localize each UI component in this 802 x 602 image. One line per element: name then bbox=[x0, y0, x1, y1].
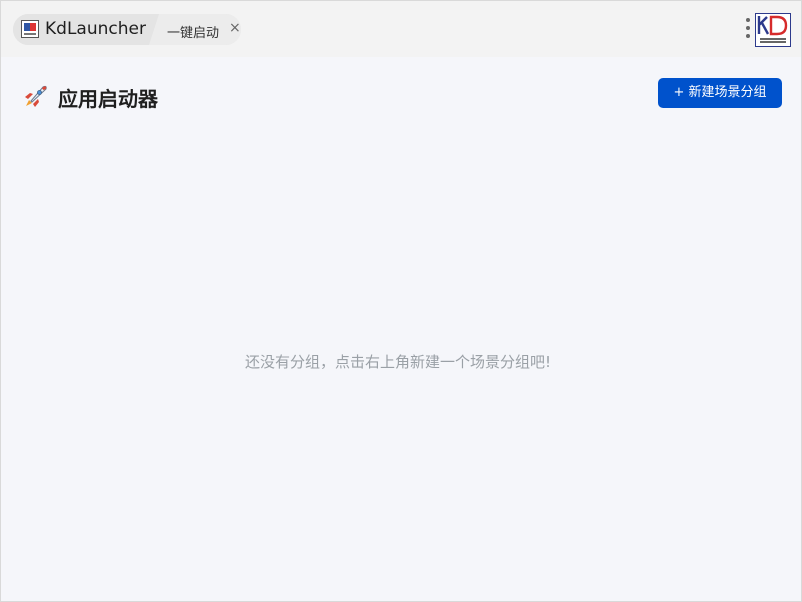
new-scene-group-button[interactable]: + 新建场景分组 bbox=[658, 78, 782, 108]
rocket-icon bbox=[23, 83, 49, 109]
more-menu-icon[interactable] bbox=[745, 18, 751, 44]
close-icon[interactable]: × bbox=[229, 21, 241, 35]
title-bar: KdLauncher 一键启动 × bbox=[1, 1, 801, 57]
app-logo-icon bbox=[21, 20, 39, 38]
page-title: 应用启动器 bbox=[58, 87, 158, 111]
tab-app-home[interactable]: KdLauncher bbox=[13, 14, 153, 45]
brand-logo-icon bbox=[755, 13, 791, 47]
tab-strip: KdLauncher 一键启动 × bbox=[13, 14, 241, 45]
tab-one-click-launch[interactable]: 一键启动 × bbox=[149, 14, 241, 45]
app-name: KdLauncher bbox=[45, 19, 146, 39]
empty-state-message: 还没有分组，点击右上角新建一个场景分组吧! bbox=[244, 353, 551, 371]
page-header: 应用启动器 + 新建场景分组 bbox=[1, 57, 801, 137]
tab-label: 一键启动 bbox=[167, 26, 220, 41]
app-window: KdLauncher 一键启动 × 应用启动器 + 新建场景分组 还没有分组，点… bbox=[0, 0, 802, 602]
